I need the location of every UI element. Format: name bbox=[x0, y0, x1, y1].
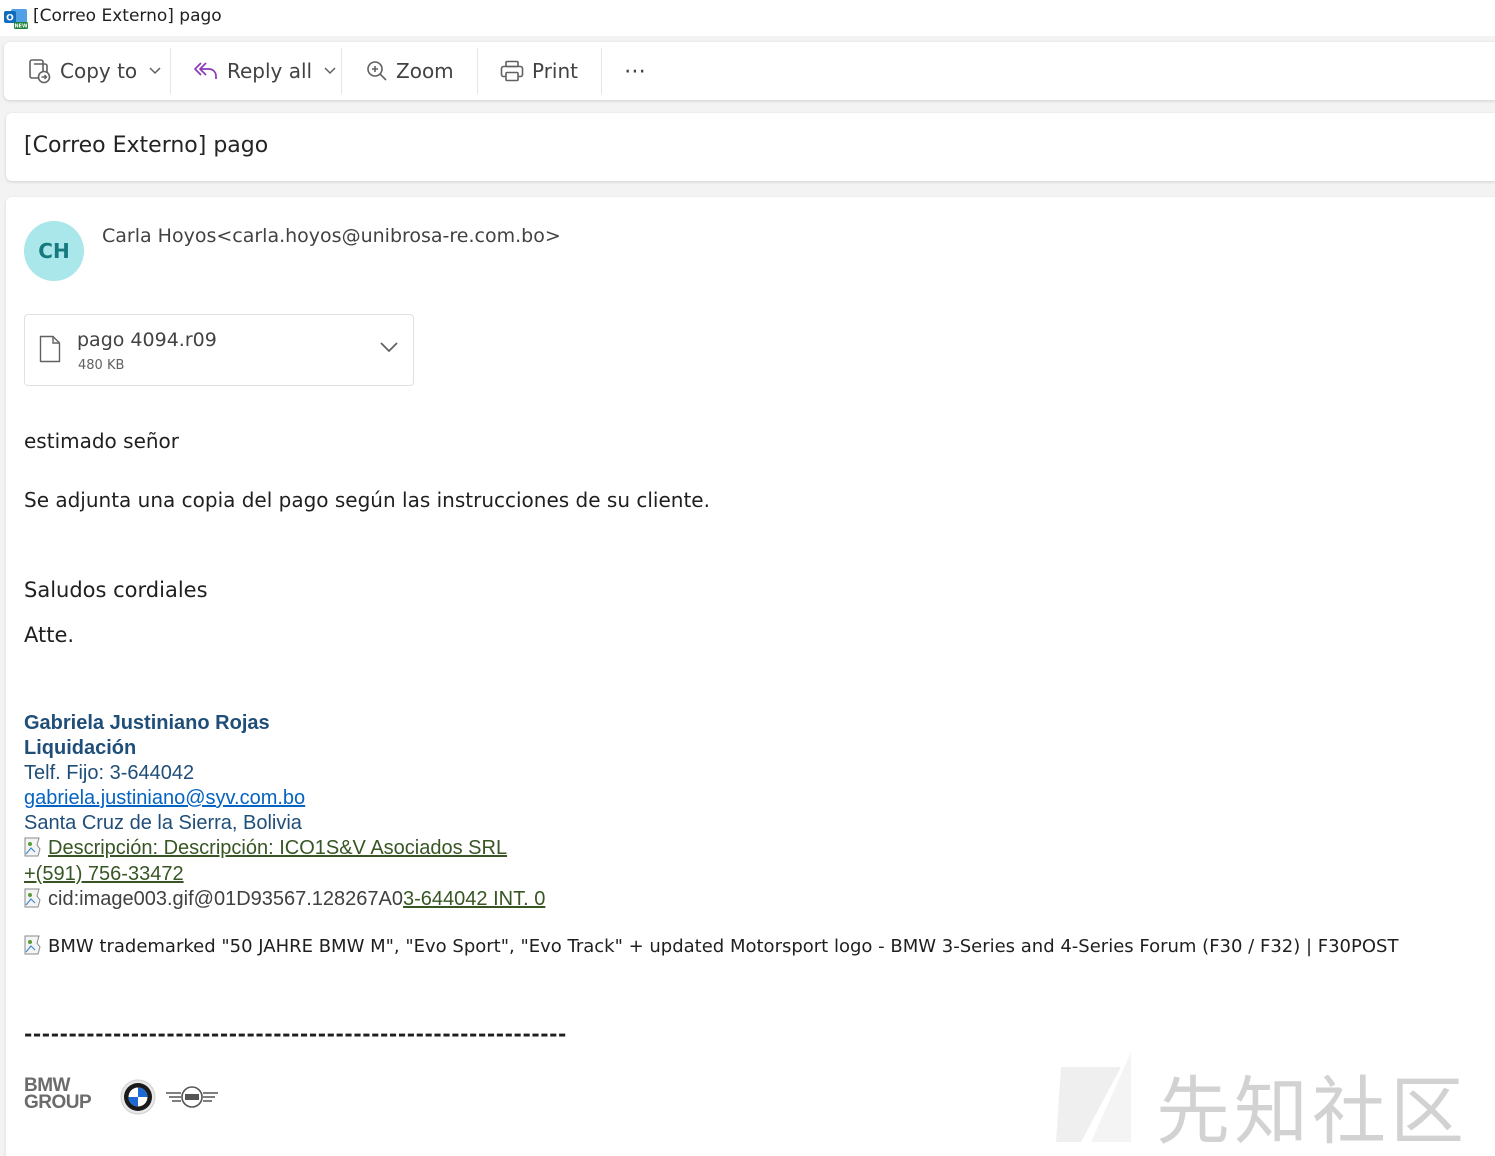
copy-to-icon bbox=[29, 59, 51, 84]
toolbar-divider bbox=[601, 48, 602, 94]
signature-logo-alt-link[interactable]: Descripción: Descripción: ICO1S&V Asocia… bbox=[48, 837, 507, 859]
copy-to-button[interactable]: Copy to bbox=[28, 42, 161, 100]
copy-to-label: Copy to bbox=[60, 59, 138, 83]
reply-all-label: Reply all bbox=[227, 59, 313, 83]
title-bar: O NEW [Correo Externo] pago bbox=[0, 0, 1495, 36]
bmw-group-logo: BMW GROUP bbox=[24, 1076, 92, 1117]
subject-header: [Correo Externo] pago bbox=[6, 113, 1495, 181]
chevron-down-icon bbox=[324, 67, 336, 75]
zoom-icon bbox=[367, 61, 387, 81]
body-closing: Saludos cordiales bbox=[24, 578, 208, 602]
more-actions-button[interactable]: ⋯ bbox=[624, 42, 646, 100]
signature-email-link[interactable]: gabriela.justiniano@syv.com.bo bbox=[24, 787, 305, 810]
outlook-new-icon: O NEW bbox=[4, 9, 28, 30]
bmw-roundel-logo bbox=[120, 1079, 156, 1115]
file-icon bbox=[39, 335, 61, 363]
body-line: Se adjunta una copia del pago según las … bbox=[24, 488, 710, 512]
print-label: Print bbox=[532, 59, 579, 83]
broken-image-icon bbox=[24, 935, 41, 955]
separator-dashes: ----------------------------------------… bbox=[24, 1022, 567, 1046]
sender-name[interactable]: Carla Hoyos<carla.hoyos@unibrosa-re.com.… bbox=[102, 225, 561, 247]
toolbar-divider bbox=[170, 48, 171, 94]
mini-wings-logo bbox=[166, 1086, 218, 1108]
zoom-label: Zoom bbox=[396, 59, 454, 83]
attachment-size: 480 KB bbox=[78, 358, 125, 373]
print-icon bbox=[500, 60, 524, 82]
body-greeting: estimado señor bbox=[24, 429, 180, 453]
attachment-name: pago 4094.r09 bbox=[77, 329, 217, 351]
bmw-image-row: BMW trademarked "50 JAHRE BMW M", "Evo S… bbox=[24, 935, 1398, 957]
more-icon: ⋯ bbox=[624, 58, 646, 84]
attachment-card[interactable]: pago 4094.r09 480 KB bbox=[24, 314, 414, 386]
signature-name: Gabriela Justiniano Rojas bbox=[24, 712, 270, 734]
watermark-text: 先知社区 bbox=[1156, 1069, 1468, 1155]
body-atte: Atte. bbox=[24, 623, 75, 647]
chevron-down-icon[interactable] bbox=[379, 341, 399, 353]
message-body-card: CH Carla Hoyos<carla.hoyos@unibrosa-re.c… bbox=[6, 197, 1495, 1156]
signature-image-alt: cid:image003.gif@01D93567.128267A0 bbox=[48, 888, 404, 910]
broken-image-icon bbox=[24, 888, 41, 908]
print-button[interactable]: Print bbox=[500, 42, 578, 100]
reply-all-button[interactable]: Reply all bbox=[193, 42, 336, 100]
svg-text:NEW: NEW bbox=[14, 24, 28, 30]
broken-image-icon bbox=[24, 837, 41, 857]
window-title: [Correo Externo] pago bbox=[33, 6, 222, 26]
signature-mobile-link[interactable]: +(591) 756-33472 bbox=[24, 863, 184, 886]
reply-all-icon bbox=[194, 62, 217, 79]
chevron-down-icon bbox=[149, 67, 161, 75]
toolbar-divider bbox=[477, 48, 478, 94]
signature-image-row: cid:image003.gif@01D93567.128267A03-6440… bbox=[24, 888, 545, 911]
reading-toolbar: Copy to Reply all Zoom Print ⋯ bbox=[4, 42, 1495, 100]
signature-department: Liquidación bbox=[24, 737, 137, 759]
bmw-image-alt: BMW trademarked "50 JAHRE BMW M", "Evo S… bbox=[48, 936, 1399, 957]
message-subject: [Correo Externo] pago bbox=[24, 133, 269, 158]
sender-avatar[interactable]: CH bbox=[24, 221, 84, 281]
signature-phone: Telf. Fijo: 3-644042 bbox=[24, 762, 195, 784]
signature-extension-link[interactable]: 3-644042 INT. 0 bbox=[403, 888, 545, 910]
zoom-button[interactable]: Zoom bbox=[366, 42, 454, 100]
svg-text:O: O bbox=[6, 14, 14, 24]
toolbar-divider bbox=[341, 48, 342, 94]
signature-location: Santa Cruz de la Sierra, Bolivia bbox=[24, 812, 302, 834]
watermark-logo-icon bbox=[1056, 1052, 1131, 1142]
signature-logo-row: Descripción: Descripción: ICO1S&V Asocia… bbox=[24, 837, 507, 860]
bmw-group-logo-line2: GROUP bbox=[24, 1092, 92, 1113]
